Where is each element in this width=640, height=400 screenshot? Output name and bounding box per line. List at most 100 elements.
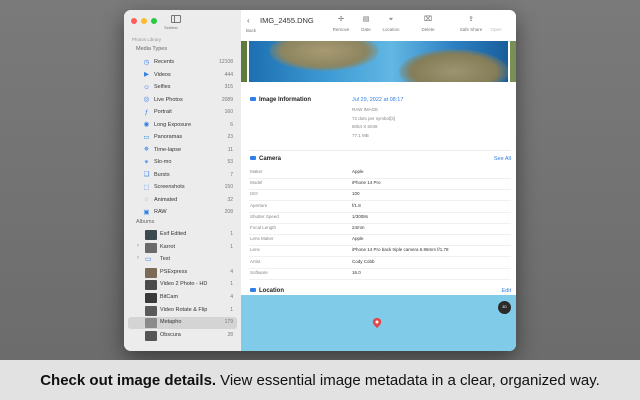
sidebar-item-long-exposure[interactable]: ◉ Long Exposure 6 xyxy=(124,119,241,131)
minimize-button[interactable] xyxy=(141,18,147,24)
sidebar-item-count: 160 xyxy=(224,109,233,115)
sidebar-item-count: 6 xyxy=(230,121,233,128)
video-icon: ▶ xyxy=(144,71,149,78)
camera-row-value: 1/3008s xyxy=(352,213,369,219)
toolbar-button-label: Safe Share xyxy=(459,27,483,32)
sidebar-item-label: Portrait xyxy=(154,109,172,115)
sidebar-item-label: Live Photos xyxy=(154,96,183,103)
album-item-video-rotate-flip[interactable]: Video Rotate & Flip 1 xyxy=(124,305,241,317)
open-icon xyxy=(484,15,508,24)
sidebar-item-portrait[interactable]: ƒ Portrait 160 xyxy=(124,106,241,118)
camera-row-key: Model xyxy=(250,180,263,186)
see-all-link[interactable]: See All xyxy=(494,156,511,162)
chevron-right-icon[interactable]: › xyxy=(137,255,139,261)
album-item-metapho[interactable]: Metapho 179 xyxy=(128,317,237,330)
album-item-psexpress[interactable]: PSExpress 4 xyxy=(124,267,241,279)
camera-row: Aperture f/1.8 xyxy=(249,201,511,213)
next-photo-edge xyxy=(510,41,516,82)
album-item-obscura[interactable]: Obscura 28 xyxy=(124,330,241,342)
sidebar-item-count: 53 xyxy=(227,159,233,165)
location-map[interactable]: 3D xyxy=(241,295,516,351)
chevron-right-icon[interactable]: › xyxy=(137,243,139,249)
album-item-karrot[interactable]: › Karrot 1 xyxy=(124,242,241,254)
camera-row: Model iPhone 14 Pro xyxy=(249,178,511,191)
camera-row-value: iPhone 14 Pro xyxy=(352,180,381,186)
back-button-label[interactable]: Back xyxy=(246,28,256,33)
album-item-exif-edited[interactable]: Exif Edited 1 xyxy=(124,229,241,241)
sidebar-item-raw[interactable]: ▣ RAW 208 xyxy=(124,206,241,218)
share-icon: ⇪ xyxy=(468,16,474,23)
detail-scroll[interactable]: Image Information Jul 29, 2022 at 08:17 … xyxy=(241,41,516,351)
sidebar-item-count: 208 xyxy=(224,209,233,215)
album-item-bitcam[interactable]: BitCam 4 xyxy=(124,292,241,304)
sidebar-item-label: Bursts xyxy=(154,171,170,178)
delete-button[interactable]: ⌧ Delete xyxy=(416,15,440,32)
sidebar-item-count: 12108 xyxy=(219,59,233,65)
camera-row-value: 100 xyxy=(352,191,360,197)
sidebar-item-screenshots[interactable]: ⬚ Screenshots 150 xyxy=(124,181,241,193)
detail-pane: ‹ Back IMG_2455.DNG ✢ Remove ▤ Date ⌖ Locatio… xyxy=(241,10,516,351)
sidebar-toggle-icon[interactable] xyxy=(171,15,181,23)
sidebar-item-recents[interactable]: ◷ Recents 12108 xyxy=(124,56,241,68)
sidebar-item-selfies[interactable]: ☺ Selfies 315 xyxy=(124,81,241,93)
photo-preview[interactable] xyxy=(249,41,508,82)
albums-header: Albums xyxy=(136,219,155,225)
sidebar-item-count: 7 xyxy=(230,171,233,178)
album-count: 28 xyxy=(227,331,233,338)
edit-location-link[interactable]: Edit xyxy=(502,288,511,294)
map-3d-button[interactable]: 3D xyxy=(498,301,511,314)
animated-icon: ◌ xyxy=(144,196,149,203)
sidebar-item-live-photos[interactable]: ◎ Live Photos 2089 xyxy=(124,94,241,106)
camera-row: ISO 100 xyxy=(249,189,511,202)
camera-row: Lens Maker Apple xyxy=(249,234,511,247)
camera-row-key: ISO xyxy=(250,191,258,197)
zoom-button[interactable] xyxy=(151,18,157,24)
remove-icon: ✢ xyxy=(338,16,344,23)
album-label: PSExpress xyxy=(160,268,188,275)
sidebar-item-panoramas[interactable]: ▭ Panoramas 23 xyxy=(124,131,241,143)
library-section-label: Photos Library xyxy=(132,37,162,42)
sidebar-item-time-lapse[interactable]: ✵ Time-lapse 11 xyxy=(124,144,241,156)
chevron-left-icon[interactable]: ‹ xyxy=(247,16,250,25)
sidebar-item-count: 315 xyxy=(224,84,233,90)
caption-band: Check out image details. View essential … xyxy=(0,360,640,400)
sidebar-item-label: RAW xyxy=(154,209,167,215)
camera-row-key: Lens Maker xyxy=(250,236,274,242)
safe-share-button[interactable]: ⇪ Safe Share xyxy=(459,15,483,32)
album-thumbnail xyxy=(145,230,157,240)
location-icon: ⌖ xyxy=(389,16,393,23)
close-button[interactable] xyxy=(131,18,137,24)
media-types-header: Media Types xyxy=(136,46,168,52)
sidebar-item-slo-mo[interactable]: ✴ Slo-mo 53 xyxy=(124,156,241,168)
sidebar-item-bursts[interactable]: ❑ Bursts 7 xyxy=(124,169,241,181)
camera-row-key: Aperture xyxy=(250,202,268,208)
album-item-video-2-photo-hd[interactable]: Video 2 Photo - HD 1 xyxy=(124,279,241,291)
album-label: Exif Edited xyxy=(160,231,187,237)
sidebar-item-animated[interactable]: ◌ Animated 32 xyxy=(124,194,241,206)
file-title: IMG_2455.DNG xyxy=(260,16,314,25)
album-thumbnail xyxy=(145,293,157,303)
camera-row-value: f/1.8 xyxy=(352,202,361,208)
camera-row-value: Apple xyxy=(352,236,364,242)
remove-button[interactable]: ✢ Remove xyxy=(329,15,353,32)
sidebar-item-videos[interactable]: ▶ Videos 444 xyxy=(124,69,241,81)
slomo-icon: ✴ xyxy=(143,158,150,166)
album-thumbnail xyxy=(145,305,157,316)
open-button[interactable]: Open xyxy=(484,15,508,32)
album-label: BitCam xyxy=(160,294,179,300)
album-count: 4 xyxy=(230,294,233,300)
timelapse-icon: ✵ xyxy=(143,146,150,153)
camera-row: Shutter Speed 1/3008s xyxy=(249,212,511,224)
album-count: 1 xyxy=(230,306,233,313)
info-line: RAW IMAGE xyxy=(352,107,379,112)
album-thumbnail xyxy=(145,267,157,278)
date-button[interactable]: ▤ Date xyxy=(354,15,378,32)
section-marker-icon xyxy=(250,156,256,161)
toolbar-button-label: Remove xyxy=(332,27,350,32)
location-button[interactable]: ⌖ Location xyxy=(379,15,403,32)
map-pin-icon[interactable] xyxy=(372,318,382,328)
sidebar-item-label: Selfies xyxy=(154,84,171,90)
album-item-test[interactable]: › ▭ Test xyxy=(124,254,241,266)
info-date[interactable]: Jul 29, 2022 at 08:17 xyxy=(352,97,403,103)
album-label: Test xyxy=(160,256,171,263)
